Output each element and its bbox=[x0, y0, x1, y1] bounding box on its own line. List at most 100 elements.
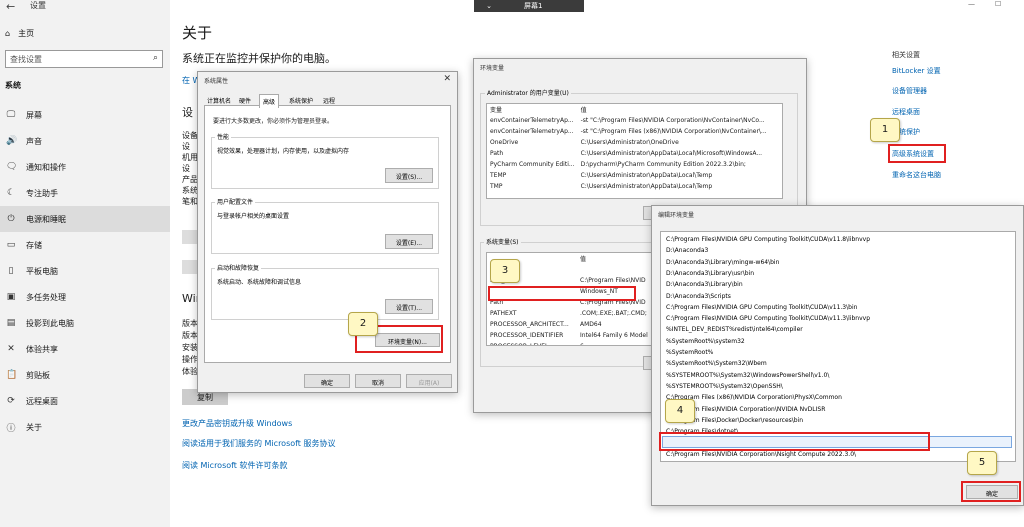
performance-settings-button[interactable]: 设置(S)... bbox=[385, 168, 433, 183]
ok-button[interactable]: 确定 bbox=[304, 374, 350, 388]
tab-advanced[interactable]: 高级 bbox=[259, 94, 280, 108]
list-item[interactable]: C:\Program Files\NVIDIA GPU Computing To… bbox=[666, 315, 1014, 326]
list-item[interactable]: %SystemRoot% bbox=[666, 349, 1014, 360]
var-value: C:\Program Files\NVID bbox=[580, 277, 646, 284]
rename-button-partial[interactable] bbox=[182, 230, 198, 244]
maximize-icon[interactable]: ☐ bbox=[995, 0, 1001, 8]
minimize-icon[interactable]: — bbox=[968, 0, 975, 8]
table-row[interactable]: TEMP C:\Users\Administrator\AppData\Local… bbox=[487, 170, 782, 181]
callout-step-2: 2 bbox=[348, 312, 378, 336]
sidebar-item[interactable]: 📋 剪贴板 bbox=[0, 362, 170, 388]
list-item[interactable]: %SystemRoot%\system32 bbox=[666, 338, 1014, 349]
nav-home[interactable]: ⌂ 主页 bbox=[5, 28, 34, 39]
list-item[interactable]: D:\Anaconda3\Library\bin bbox=[666, 281, 1014, 292]
table-row[interactable]: OneDrive C:\Users\Administrator\OneDrive bbox=[487, 137, 782, 148]
sidebar-item-label: 电源和睡眠 bbox=[26, 214, 66, 224]
list-item[interactable]: D:\Anaconda3 bbox=[666, 247, 1014, 258]
user-vars-list[interactable]: 变量值 envContainerTelemetryAp... -st "C:\Pr… bbox=[486, 103, 783, 199]
table-row[interactable]: TMP C:\Users\Administrator\AppData\Local\… bbox=[487, 181, 782, 192]
home-icon: ⌂ bbox=[5, 29, 11, 38]
nav-icon: 🔊 bbox=[6, 136, 18, 146]
close-icon[interactable]: ✕ bbox=[443, 74, 451, 84]
list-item[interactable]: D:\Anaconda3\Scripts bbox=[666, 293, 1014, 304]
sidebar-item[interactable]: 🔊 声音 bbox=[0, 128, 170, 154]
nav-icon: 🗨 bbox=[6, 162, 18, 172]
sidebar-item[interactable]: ▯ 平板电脑 bbox=[0, 258, 170, 284]
link-bitlocker[interactable]: BitLocker 设置 bbox=[892, 66, 941, 76]
chevron-down-icon[interactable]: ⌄ bbox=[474, 2, 504, 10]
spec-label: 版本 bbox=[182, 331, 198, 340]
var-value: C:\Users\Administrator\AppData\Local\Mic… bbox=[580, 150, 763, 157]
list-item[interactable]: C:\Program Files (x86)\NVIDIA Corporatio… bbox=[666, 394, 1014, 405]
link-service-agreement[interactable]: 阅读适用于我们服务的 Microsoft 服务协议 bbox=[182, 438, 336, 449]
list-item[interactable]: D:\Anaconda3\Library\usr\bin bbox=[666, 270, 1014, 281]
table-row[interactable]: PROCESSOR_IDENTIFIER Intel64 Family 6 Mod… bbox=[487, 330, 653, 341]
list-item[interactable]: C:\Program Files\NVIDIA GPU Computing To… bbox=[666, 304, 1014, 315]
search-input[interactable]: 查找设置 ⌕ bbox=[5, 50, 163, 68]
tab-computer-name[interactable]: 计算机名 bbox=[204, 94, 234, 107]
list-item[interactable]: %SYSTEMROOT%\System32\WindowsPowerShell\… bbox=[666, 372, 1014, 383]
var-value: Intel64 Family 6 Model bbox=[580, 332, 648, 339]
list-item[interactable]: C:\Program Files\NVIDIA Corporation\Nsig… bbox=[666, 451, 1014, 462]
var-value: -st "C:\Program Files\NVIDIA Corporation… bbox=[580, 117, 765, 124]
list-item[interactable]: %SystemRoot%\System32\Wbem bbox=[666, 360, 1014, 371]
list-item[interactable]: %INTEL_DEV_REDIST%redist\intel64\compile… bbox=[666, 326, 1014, 337]
link-device-manager[interactable]: 设备管理器 bbox=[892, 86, 927, 96]
nav-home-label: 主页 bbox=[18, 29, 35, 38]
table-row[interactable]: PyCharm Community Editi... D:\pycharm\PyC… bbox=[487, 159, 782, 170]
tab-remote[interactable]: 远程 bbox=[320, 94, 338, 107]
table-row[interactable]: envContainerTelemetryAp... -st "C:\Progra… bbox=[487, 126, 782, 137]
var-name: PROCESSOR_ARCHITECT... bbox=[490, 321, 569, 328]
list-item[interactable]: D:\Anaconda3\Library\mingw-w64\bin bbox=[666, 259, 1014, 270]
spec-label: 机用 bbox=[182, 153, 198, 162]
sys-col-value[interactable]: 值 bbox=[577, 253, 653, 264]
back-arrow-icon[interactable]: ← bbox=[6, 0, 15, 13]
section-heading-device: 设 bbox=[182, 106, 193, 119]
sidebar-item[interactable]: ▭ 存储 bbox=[0, 232, 170, 258]
sidebar-item[interactable]: ✕ 体验共享 bbox=[0, 336, 170, 362]
spec-label: 设 bbox=[182, 142, 190, 151]
sidebar-item[interactable]: 🗨 通知和操作 bbox=[0, 154, 170, 180]
col-value[interactable]: 值 bbox=[578, 104, 782, 115]
admin-note: 要进行大多数更改，你必须作为管理员登录。 bbox=[213, 118, 334, 125]
table-row[interactable]: Path C:\Users\Administrator\AppData\Local… bbox=[487, 148, 782, 159]
table-row[interactable]: PROCESSOR_ARCHITECT... AMD64 bbox=[487, 319, 653, 330]
sidebar-item[interactable]: ⟳ 远程桌面 bbox=[0, 388, 170, 414]
nav-icon: 📋 bbox=[6, 370, 18, 380]
link-remote-desktop[interactable]: 远程桌面 bbox=[892, 107, 920, 117]
tab-system-protection[interactable]: 系统保护 bbox=[286, 94, 316, 107]
link-change-product-key[interactable]: 更改产品密钥或升级 Windows bbox=[182, 418, 292, 429]
list-item[interactable]: C:\Program Files\NVIDIA Corporation\NVID… bbox=[666, 406, 1014, 417]
table-row[interactable]: PATHEXT .COM;.EXE;.BAT;.CMD; bbox=[487, 308, 653, 319]
highlight-msvc-entry bbox=[659, 432, 930, 451]
sidebar-item[interactable]: ▤ 投影到此电脑 bbox=[0, 310, 170, 336]
col-variable[interactable]: 变量 bbox=[487, 104, 578, 115]
screen-switcher[interactable]: ⌄ 屏幕1 bbox=[474, 0, 584, 12]
search-input-placeholder: 查找设置 bbox=[10, 55, 42, 64]
user-profile-label: 用户配置文件 bbox=[215, 197, 256, 206]
var-name: PROCESSOR_LEVEL bbox=[487, 341, 577, 345]
sidebar-item[interactable]: ⏻ 电源和睡眠 bbox=[0, 206, 170, 232]
user-profile-settings-button[interactable]: 设置(E)... bbox=[385, 234, 433, 249]
sidebar-item-label: 平板电脑 bbox=[26, 266, 58, 276]
var-value: .COM;.EXE;.BAT;.CMD; bbox=[580, 310, 647, 317]
list-item[interactable]: C:\Program Files\NVIDIA GPU Computing To… bbox=[666, 236, 1014, 247]
list-item[interactable]: %SYSTEMROOT%\System32\OpenSSH\ bbox=[666, 383, 1014, 394]
sidebar-item[interactable]: ▣ 多任务处理 bbox=[0, 284, 170, 310]
link-license-terms[interactable]: 阅读 Microsoft 软件许可条款 bbox=[182, 460, 288, 471]
table-row[interactable]: PROCESSOR_LEVEL6 bbox=[487, 341, 653, 345]
sidebar-item[interactable]: 🖵 屏幕 bbox=[0, 102, 170, 128]
cancel-button[interactable]: 取消 bbox=[355, 374, 401, 388]
sidebar-item-label: 存储 bbox=[26, 240, 42, 250]
sidebar-item[interactable]: ⓘ 关于 bbox=[0, 414, 170, 440]
link-rename-pc[interactable]: 重命名这台电脑 bbox=[892, 170, 941, 180]
apply-button[interactable]: 应用(A) bbox=[406, 374, 452, 388]
highlight-path-row bbox=[488, 286, 636, 301]
sidebar-item[interactable]: ☾ 专注助手 bbox=[0, 180, 170, 206]
tab-hardware[interactable]: 硬件 bbox=[236, 94, 254, 107]
list-item[interactable]: C:\Program Files\Docker\Docker\resources… bbox=[666, 417, 1014, 428]
button-partial[interactable] bbox=[182, 260, 198, 274]
table-row[interactable]: envContainerTelemetryAp... -st "C:\Progra… bbox=[487, 115, 782, 126]
search-icon: ⌕ bbox=[152, 53, 158, 63]
startup-recovery-settings-button[interactable]: 设置(T)... bbox=[385, 299, 433, 314]
